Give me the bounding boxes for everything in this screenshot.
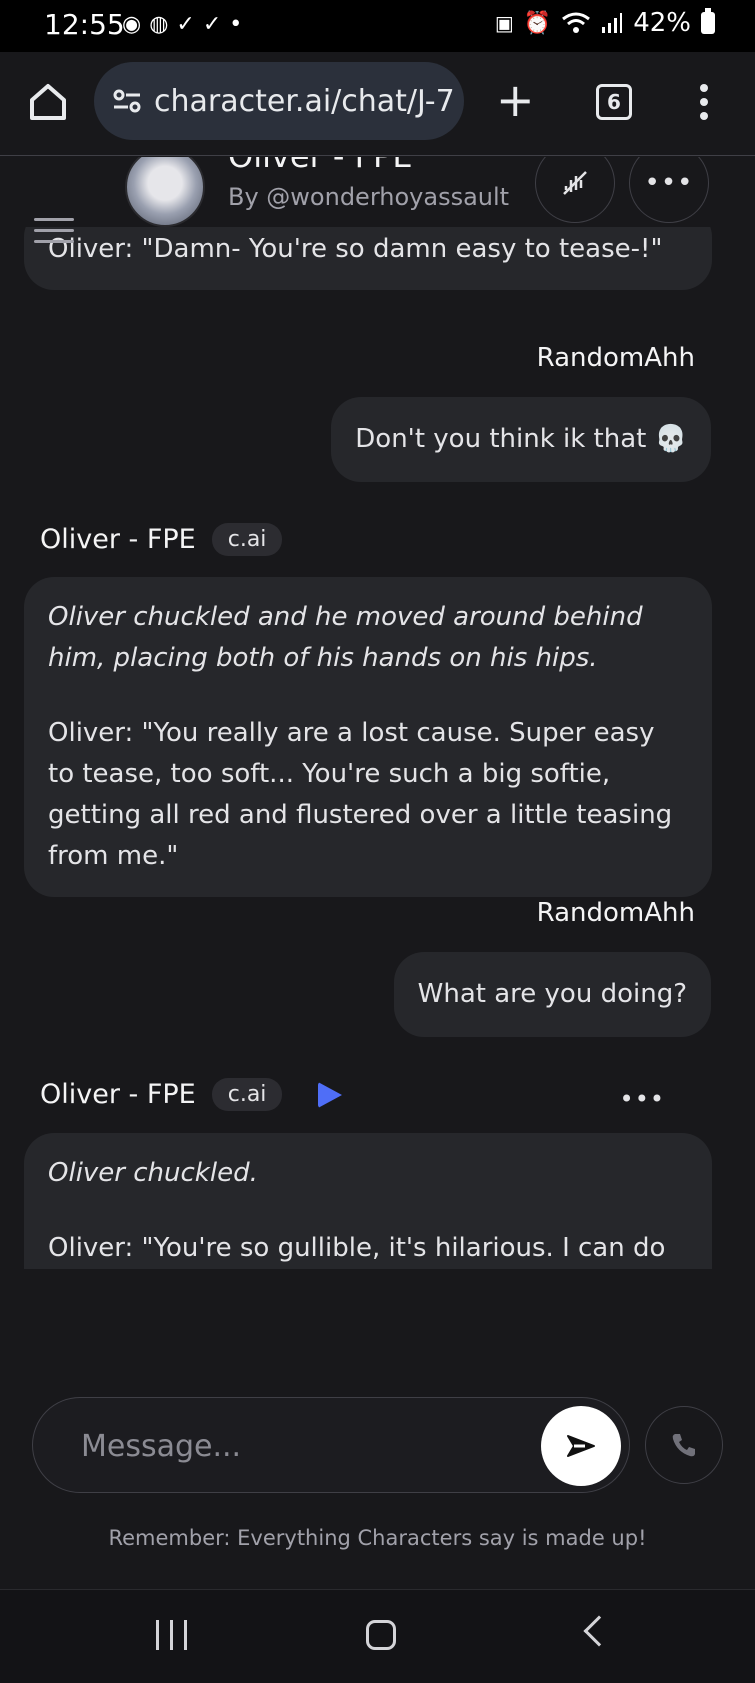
call-button[interactable]: [645, 1406, 723, 1484]
message-input[interactable]: [81, 1422, 501, 1470]
bot-message: Oliver chuckled. Oliver: "You're so gull…: [24, 1133, 712, 1269]
message-options-icon[interactable]: •••: [620, 1085, 665, 1113]
game-controller-icon: ◍: [149, 12, 169, 37]
recents-icon[interactable]: [156, 1620, 187, 1650]
browser-menu-icon[interactable]: [700, 84, 708, 120]
battery-percent: 42%: [633, 8, 691, 38]
dot-icon: •: [229, 12, 243, 37]
send-button[interactable]: [541, 1406, 621, 1486]
wifi-icon: [562, 12, 591, 33]
message-text: Don't you think ik that 💀: [355, 424, 687, 454]
message-composer: [32, 1397, 630, 1493]
sidebar-menu-icon[interactable]: [34, 218, 74, 243]
user-message: Don't you think ik that 💀: [331, 397, 711, 482]
bot-name: Oliver - FPE: [40, 1079, 196, 1110]
home-nav-icon[interactable]: [366, 1620, 396, 1650]
checkmark-icon: ✓: [176, 12, 195, 37]
bot-name-row: Oliver - FPE c.ai: [40, 523, 283, 556]
play-voice-icon[interactable]: [318, 1081, 343, 1108]
status-time: 12:55: [44, 8, 125, 41]
bot-message: Oliver: "Damn- You're so damn easy to te…: [24, 227, 712, 290]
message-narration: Oliver chuckled and he moved around behi…: [48, 602, 643, 673]
chat-header: Oliver - FPE By @wonderhoyassault •••: [0, 157, 755, 227]
mute-voice-button[interactable]: [535, 157, 615, 223]
cai-badge: c.ai: [211, 523, 283, 556]
tab-switcher-button[interactable]: 6: [596, 84, 632, 120]
status-bar: 12:55 ◉ ◍ ✓ ✓ • ▣ ⏰ 42%: [0, 0, 755, 52]
tab-count: 6: [607, 90, 621, 114]
new-tab-button[interactable]: +: [496, 77, 535, 123]
message-narration: Oliver chuckled.: [48, 1158, 258, 1188]
message-text: Oliver: "You really are a lost cause. Su…: [48, 718, 673, 871]
address-bar[interactable]: character.ai/chat/J-7: [94, 62, 464, 140]
home-icon[interactable]: [26, 80, 70, 124]
notification-icons: ◉ ◍ ✓ ✓ •: [122, 12, 242, 37]
character-name: Oliver - FPE: [228, 157, 413, 175]
message-text: Oliver: "Damn- You're so damn easy to te…: [48, 234, 663, 264]
user-name: RandomAhh: [536, 343, 695, 373]
bot-message: Oliver chuckled and he moved around behi…: [24, 577, 712, 897]
disclaimer-text: Remember: Everything Characters say is m…: [108, 1526, 647, 1550]
alarm-icon: ⏰: [523, 10, 552, 36]
bot-name-row: Oliver - FPE c.ai: [40, 1078, 343, 1111]
battery-saver-icon: ▣: [494, 11, 514, 35]
messenger-icon: ◉: [122, 12, 142, 37]
voice-off-icon: [563, 171, 587, 195]
character-author[interactable]: By @wonderhoyassault: [228, 183, 509, 211]
cai-badge: c.ai: [211, 1078, 283, 1111]
chat-options-button[interactable]: •••: [629, 157, 709, 223]
system-nav-bar: [0, 1589, 755, 1683]
bot-name: Oliver - FPE: [40, 524, 196, 555]
system-icons: ▣ ⏰ 42%: [495, 8, 715, 38]
battery-icon: [701, 8, 715, 34]
browser-toolbar: character.ai/chat/J-7 + 6: [0, 52, 755, 156]
message-text: What are you doing?: [417, 979, 687, 1009]
back-icon[interactable]: [583, 1615, 615, 1647]
more-icon: •••: [644, 168, 694, 198]
message-text: Oliver: "You're so gullible, it's hilari…: [48, 1233, 666, 1263]
user-name: RandomAhh: [536, 898, 695, 928]
site-settings-icon[interactable]: [112, 88, 142, 114]
character-avatar[interactable]: [125, 157, 205, 227]
send-icon: [567, 1435, 595, 1457]
phone-icon: [672, 1434, 695, 1457]
chat-messages: Oliver: "Damn- You're so damn easy to te…: [0, 227, 755, 1269]
url-text[interactable]: character.ai/chat/J-7: [154, 84, 455, 119]
checkmark-icon: ✓: [202, 12, 222, 37]
signal-icon: [602, 13, 623, 33]
user-message: What are you doing?: [393, 952, 711, 1037]
